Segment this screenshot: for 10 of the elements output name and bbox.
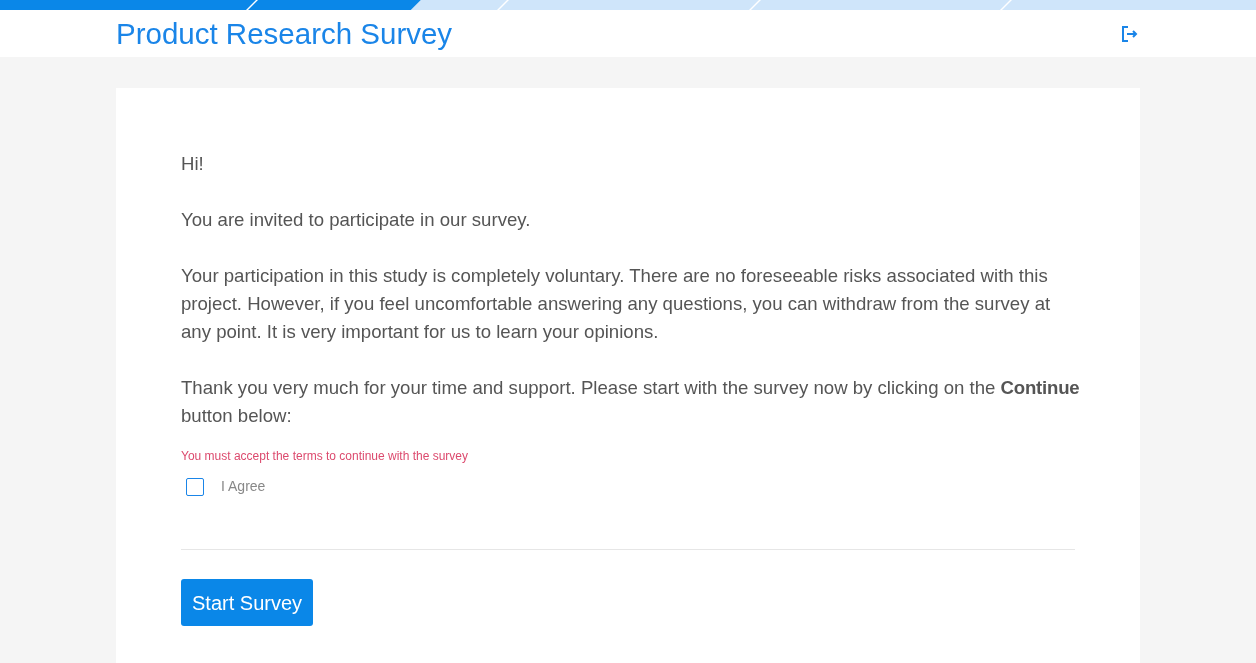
agree-label[interactable]: I Agree [221,476,266,497]
start-survey-button[interactable]: Start Survey [181,579,314,626]
intro-paragraph: Hi! [181,152,205,176]
intro-paragraph: Thank you very much for your time and support. Please start with the survey now by clicking on the Continue button below: [181,376,1081,428]
intro-paragraph: You are invited to participate in our survey. [181,208,532,232]
intro-paragraph: Your participation in this study is completely voluntary. There are no foreseeable risks associated with this project. However, if you feel uncomfortable answering any questions, you can withdraw from the survey at any point. It is very important for us to learn your opinions. [181,264,1052,344]
logout-icon[interactable] [1120,24,1138,43]
page-title: Product Research Survey [116,16,453,52]
agree-checkbox[interactable] [186,477,204,496]
error-message: You must accept the terms to continue with the survey [181,448,470,464]
